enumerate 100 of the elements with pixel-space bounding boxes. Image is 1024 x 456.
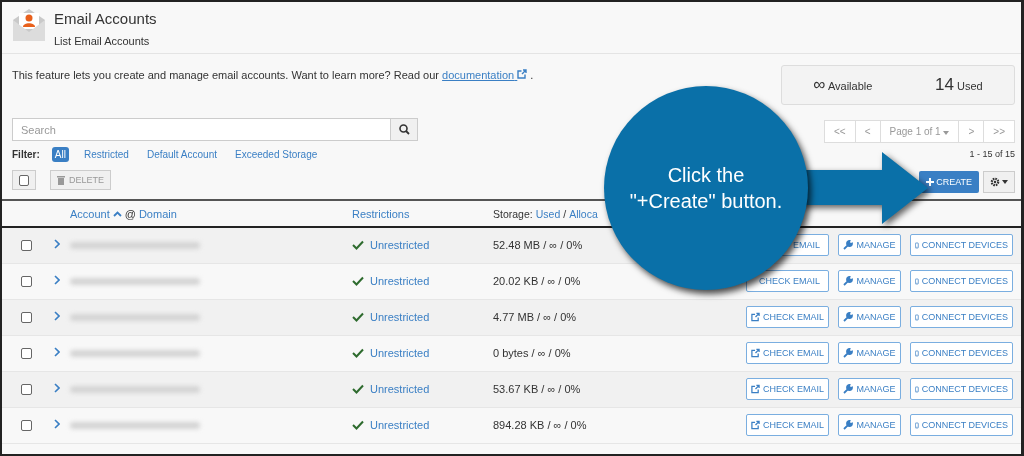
phone-icon (915, 383, 919, 395)
check-email-button[interactable]: CHECK EMAIL (746, 414, 829, 436)
phone-icon (915, 311, 919, 323)
page-title: Email Accounts (54, 10, 157, 27)
select-all-button[interactable] (12, 170, 36, 190)
phone-icon (915, 239, 919, 251)
manage-button[interactable]: MANAGE (838, 342, 901, 364)
connect-devices-button[interactable]: CONNECT DEVICES (910, 414, 1013, 436)
intro-text: This feature lets you create and manage email accounts. Want to learn more? Read our documentation . (12, 69, 534, 81)
restriction-link[interactable]: Unrestricted (370, 274, 430, 287)
storage-usage: 53.67 KB / ∞ / 0% (493, 371, 737, 407)
check-email-button[interactable]: CHECK EMAIL (746, 342, 829, 364)
external-link-icon (751, 348, 760, 358)
restriction-link[interactable]: Unrestricted (370, 382, 430, 395)
wrench-icon (843, 348, 854, 358)
connect-devices-button[interactable]: CONNECT DEVICES (910, 234, 1013, 257)
trash-icon (57, 175, 65, 185)
previous-page-button[interactable]: < (855, 121, 881, 142)
check-icon (352, 383, 364, 394)
restriction-link[interactable]: Unrestricted (370, 310, 430, 323)
settings-button[interactable] (983, 171, 1015, 193)
next-page-button[interactable]: > (959, 121, 985, 142)
phone-icon (915, 275, 919, 287)
used-count: 14 Used (935, 75, 983, 95)
restriction-link[interactable]: Unrestricted (370, 238, 430, 251)
domain-column-header[interactable]: Domain (138, 207, 177, 220)
storage-usage: 894.28 KB / ∞ / 0% (493, 407, 737, 443)
page-subtitle: List Email Accounts (54, 35, 151, 47)
results-range: 1 - 15 of 15 (969, 149, 1015, 159)
connect-devices-button[interactable]: CONNECT DEVICES (910, 342, 1013, 364)
manage-button[interactable]: MANAGE (838, 306, 901, 328)
search-icon (398, 124, 410, 135)
phone-icon (915, 419, 919, 431)
first-page-button[interactable]: << (825, 121, 856, 142)
expand-chevron-icon[interactable] (54, 239, 60, 250)
restriction-link[interactable]: Unrestricted (370, 418, 430, 431)
external-link-icon (751, 312, 760, 322)
caret-icon (943, 131, 950, 135)
expand-chevron-icon[interactable] (54, 383, 60, 393)
used-sort-link[interactable]: Used (535, 207, 561, 220)
documentation-link[interactable]: documentation (442, 69, 528, 81)
search-button[interactable] (390, 118, 418, 141)
storage-usage: 0 bytes / ∞ / 0% (493, 335, 737, 371)
filter-label: Filter: (12, 149, 40, 160)
page-selector[interactable]: Page 1 of 1 (880, 121, 960, 142)
at-sign: @ (124, 207, 136, 220)
manage-button[interactable]: MANAGE (838, 234, 901, 257)
wrench-icon (843, 420, 854, 430)
wrench-icon (843, 384, 854, 394)
sort-up-icon (112, 210, 122, 217)
filter-option[interactable]: Exceeded Storage (231, 147, 321, 162)
allocated-sort-link[interactable]: Alloca (569, 207, 598, 220)
wrench-icon (843, 276, 854, 286)
expand-chevron-icon[interactable] (54, 275, 60, 285)
connect-devices-button[interactable]: CONNECT DEVICES (910, 270, 1013, 292)
available-count: ∞Available (813, 75, 873, 95)
storage-usage: 4.77 MB / ∞ / 0% (493, 299, 737, 335)
check-icon (352, 311, 364, 322)
envelope-user-icon (12, 8, 46, 42)
row-checkbox[interactable] (21, 347, 32, 359)
storage-usage: 20.02 KB / ∞ / 0% (493, 263, 737, 299)
external-link-icon (751, 384, 760, 394)
check-icon (352, 347, 364, 358)
separator: / (563, 207, 567, 220)
account-column-header[interactable]: Account (70, 207, 110, 220)
caret-icon (1002, 180, 1008, 184)
callout-text: Click the "+Create" button. (629, 163, 783, 214)
manage-button[interactable]: MANAGE (838, 378, 901, 400)
check-email-button[interactable]: CHECK EMAIL (746, 378, 829, 400)
storage-column-header: Storage: (493, 207, 533, 220)
wrench-icon (843, 240, 854, 251)
row-checkbox[interactable] (21, 419, 32, 431)
manage-button[interactable]: MANAGE (838, 414, 901, 436)
filter-option[interactable]: All (51, 147, 69, 162)
restrictions-column-header[interactable]: Restrictions (352, 207, 410, 220)
connect-devices-button[interactable]: CONNECT DEVICES (910, 306, 1013, 328)
check-icon (352, 275, 364, 286)
filter-option[interactable]: Default Account (143, 147, 220, 162)
filter-option[interactable]: Restricted (80, 147, 132, 162)
create-button[interactable]: CREATE (919, 171, 979, 193)
expand-chevron-icon[interactable] (54, 419, 60, 429)
settings-icon (990, 177, 1000, 187)
wrench-icon (843, 312, 854, 322)
connect-devices-button[interactable]: CONNECT DEVICES (910, 378, 1013, 400)
phone-icon (915, 347, 919, 359)
external-link-icon (751, 420, 760, 430)
row-checkbox[interactable] (21, 275, 32, 287)
check-email-button[interactable]: CHECK EMAIL (746, 306, 829, 328)
last-page-button[interactable]: >> (984, 121, 1014, 142)
plus-icon (926, 178, 935, 186)
check-email-button[interactable]: CHECK EMAIL (746, 270, 829, 292)
select-all-checkbox[interactable] (19, 174, 29, 186)
expand-chevron-icon[interactable] (54, 347, 60, 357)
expand-chevron-icon[interactable] (54, 311, 60, 321)
row-checkbox[interactable] (21, 383, 32, 395)
row-checkbox[interactable] (21, 311, 32, 323)
row-checkbox[interactable] (21, 239, 32, 251)
restriction-link[interactable]: Unrestricted (370, 346, 430, 359)
storage-usage: 52.48 MB / ∞ / 0% (493, 227, 737, 263)
manage-button[interactable]: MANAGE (838, 270, 901, 292)
